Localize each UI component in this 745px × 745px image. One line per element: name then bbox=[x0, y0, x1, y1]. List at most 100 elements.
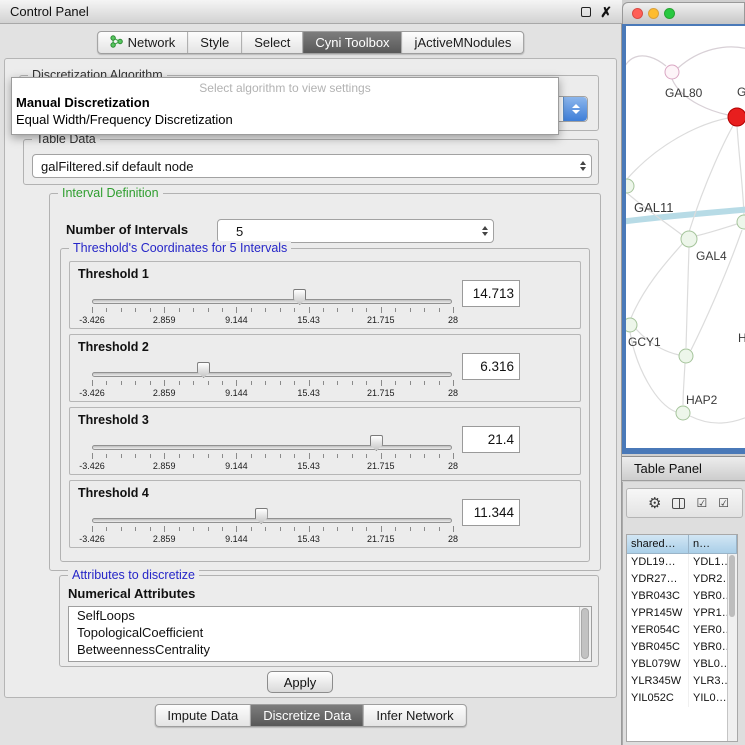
table-panel-titlebar[interactable]: Table Panel bbox=[622, 456, 745, 481]
tick-mark bbox=[179, 381, 180, 385]
network-node[interactable] bbox=[737, 215, 745, 229]
network-window-titlebar[interactable] bbox=[622, 2, 745, 24]
node-label: H bbox=[738, 331, 745, 345]
slider-scale: -3.4262.8599.14415.4321.71528 bbox=[92, 461, 453, 472]
zoom-traffic-light[interactable] bbox=[664, 8, 675, 19]
network-edge[interactable] bbox=[631, 243, 683, 318]
tab-network[interactable]: Network bbox=[98, 32, 189, 53]
scale-label: 2.859 bbox=[153, 461, 176, 471]
threshold-value-field[interactable]: 6.316 bbox=[462, 353, 520, 380]
table-row[interactable]: YBR043CYBR0… bbox=[627, 588, 737, 605]
threshold-value-field[interactable]: 11.344 bbox=[462, 499, 520, 526]
tab-style[interactable]: Style bbox=[188, 32, 242, 53]
threshold-value-field[interactable]: 14.713 bbox=[462, 280, 520, 307]
network-node[interactable] bbox=[728, 108, 745, 126]
threshold-label: Threshold 3 bbox=[78, 413, 149, 427]
gear-icon[interactable]: ⚙ bbox=[648, 496, 661, 511]
list-item[interactable]: SelfLoops bbox=[69, 607, 591, 624]
combo-spinner-icon bbox=[580, 161, 586, 171]
table-cell: YDR27… bbox=[627, 571, 689, 588]
close-traffic-light[interactable] bbox=[632, 8, 643, 19]
tick-mark bbox=[106, 527, 107, 531]
network-edge[interactable] bbox=[696, 224, 737, 236]
network-node[interactable] bbox=[626, 318, 637, 332]
apply-button[interactable]: Apply bbox=[267, 671, 333, 693]
tab-cyni-toolbox[interactable]: Cyni Toolbox bbox=[303, 32, 402, 53]
popup-item-equal-width-frequency[interactable]: Equal Width/Frequency Discretization bbox=[12, 111, 558, 128]
scrollbar-thumb[interactable] bbox=[729, 555, 735, 617]
tick-mark bbox=[135, 527, 136, 531]
tick-mark bbox=[439, 381, 440, 385]
threshold-label: Threshold 1 bbox=[78, 267, 149, 281]
network-edge[interactable] bbox=[627, 118, 728, 179]
table-row[interactable]: YLR345WYLR3… bbox=[627, 673, 737, 690]
table-row[interactable]: YDL19…YDL1… bbox=[627, 554, 737, 571]
network-edge[interactable] bbox=[678, 47, 745, 68]
table-scrollbar[interactable] bbox=[727, 554, 737, 741]
network-edge[interactable] bbox=[626, 56, 666, 84]
slider-track[interactable] bbox=[92, 518, 452, 523]
list-scrollbar[interactable] bbox=[579, 607, 591, 661]
table-panel-title: Table Panel bbox=[634, 461, 702, 476]
minimize-traffic-light[interactable] bbox=[648, 8, 659, 19]
network-node[interactable] bbox=[626, 179, 634, 193]
scale-label: -3.426 bbox=[79, 388, 105, 398]
slider-track[interactable] bbox=[92, 445, 452, 450]
tick-mark bbox=[410, 527, 411, 531]
threshold-panel-3: Threshold 3 -3.4262.8599.14415.4321.71528… bbox=[69, 407, 581, 475]
tick-mark bbox=[222, 381, 223, 385]
table-row[interactable]: YIL052CYIL0… bbox=[627, 690, 737, 707]
combo-dropdown-icon[interactable] bbox=[563, 97, 587, 121]
thresholds-coordinates-group: Threshold's Coordinates for 5 Intervals … bbox=[60, 248, 590, 562]
tick-mark bbox=[92, 307, 93, 313]
numerical-attributes-list[interactable]: SelfLoopsTopologicalCoefficientBetweenne… bbox=[68, 606, 592, 662]
network-edge[interactable] bbox=[737, 126, 744, 215]
tick-mark bbox=[280, 454, 281, 458]
tab-label: Network bbox=[128, 35, 176, 50]
columns-icon[interactable] bbox=[672, 498, 685, 509]
threshold-value-field[interactable]: 21.4 bbox=[462, 426, 520, 453]
column-header[interactable]: shared… bbox=[627, 535, 689, 554]
table-row[interactable]: YBL079WYBL0… bbox=[627, 656, 737, 673]
checkbox-icon[interactable]: ☑ bbox=[696, 497, 707, 509]
list-item[interactable]: TopologicalCoefficient bbox=[69, 624, 591, 641]
network-edge[interactable] bbox=[683, 363, 685, 405]
slider-track[interactable] bbox=[92, 372, 452, 377]
float-window-icon[interactable] bbox=[581, 7, 591, 17]
tick-mark bbox=[236, 526, 237, 532]
table-data-combo[interactable]: galFiltered.sif default node bbox=[32, 154, 592, 178]
table-row[interactable]: YER054CYER0… bbox=[627, 622, 737, 639]
scale-label: -3.426 bbox=[79, 534, 105, 544]
slider-track[interactable] bbox=[92, 299, 452, 304]
tab-infer-network[interactable]: Infer Network bbox=[364, 705, 465, 726]
scrollbar-thumb[interactable] bbox=[581, 608, 589, 659]
tab-impute-data[interactable]: Impute Data bbox=[155, 705, 251, 726]
close-window-icon[interactable]: ✗ bbox=[600, 5, 612, 19]
tick-mark bbox=[337, 308, 338, 312]
network-node[interactable] bbox=[665, 65, 679, 79]
table-row[interactable]: YBR045CYBR0… bbox=[627, 639, 737, 656]
network-edge[interactable] bbox=[686, 247, 689, 348]
network-node[interactable] bbox=[681, 231, 697, 247]
network-edge[interactable] bbox=[690, 415, 745, 423]
tick-mark bbox=[236, 307, 237, 313]
tab-discretize-data[interactable]: Discretize Data bbox=[251, 705, 364, 726]
list-item[interactable]: BetweennessCentrality bbox=[69, 641, 591, 658]
number-of-intervals-combo[interactable]: 5 bbox=[217, 219, 494, 243]
tick-mark bbox=[366, 308, 367, 312]
control-panel-titlebar[interactable]: Control Panel ✗ bbox=[0, 0, 622, 24]
network-canvas[interactable]: GAL80GAGAL11GAL4GCY1HHAP2 bbox=[626, 26, 745, 448]
table-row[interactable]: YDR27…YDR2… bbox=[627, 571, 737, 588]
network-edge[interactable] bbox=[691, 230, 742, 350]
tick-mark bbox=[208, 454, 209, 458]
table-row[interactable]: YPR145WYPR1… bbox=[627, 605, 737, 622]
scale-label: -3.426 bbox=[79, 461, 105, 471]
column-header[interactable]: n… bbox=[689, 535, 737, 554]
network-node[interactable] bbox=[679, 349, 693, 363]
checkbox-icon[interactable]: ☑ bbox=[718, 497, 729, 509]
popup-item-manual-discretization[interactable]: Manual Discretization bbox=[12, 94, 558, 111]
network-node[interactable] bbox=[676, 406, 690, 420]
tab-jactivemnodules[interactable]: jActiveMNodules bbox=[403, 32, 524, 53]
tab-select[interactable]: Select bbox=[242, 32, 303, 53]
group-title-attributes: Attributes to discretize bbox=[68, 568, 199, 582]
